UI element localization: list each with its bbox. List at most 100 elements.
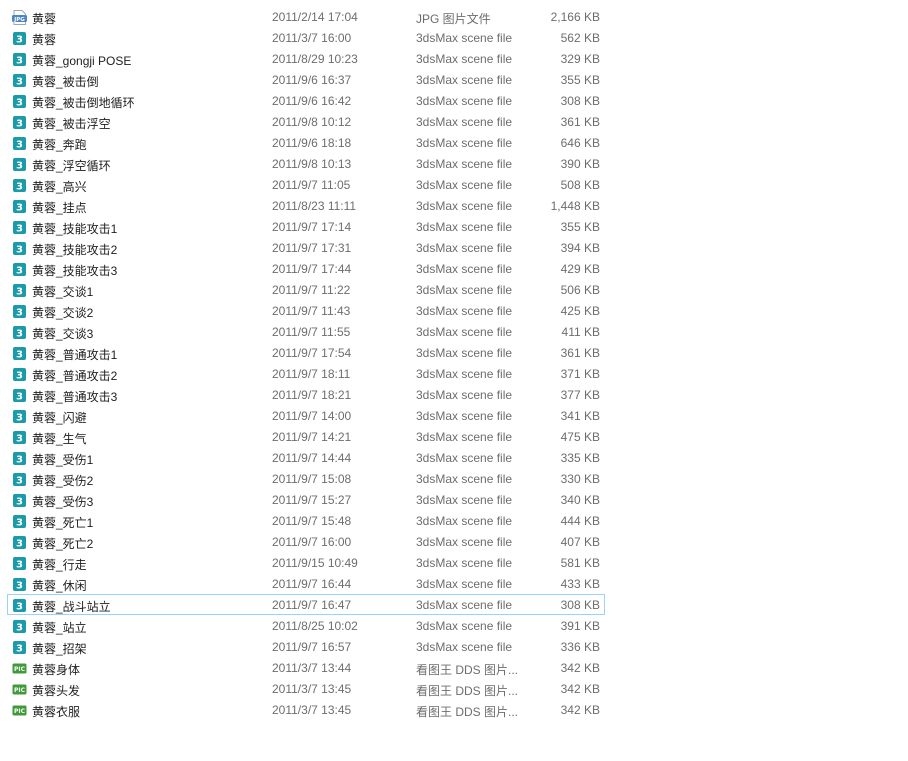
file-type: 3dsMax scene file [416,325,513,339]
file-row[interactable]: 3 黄蓉_普通攻击1 2011/9/7 17:54 3dsMax scene f… [7,342,605,363]
svg-text:3: 3 [16,644,23,655]
file-size: 355 KB [560,220,600,234]
file-type: 看图王 DDS 图片... [416,684,519,698]
file-row[interactable]: 3 黄蓉_交谈2 2011/9/7 11:43 3dsMax scene fil… [7,300,605,321]
file-row[interactable]: 3 黄蓉_闪避 2011/9/7 14:00 3dsMax scene file… [7,405,605,426]
file-row[interactable]: 3 黄蓉_受伤1 2011/9/7 14:44 3dsMax scene fil… [7,447,605,468]
svg-text:PIC: PIC [14,666,26,673]
file-row[interactable]: 3 黄蓉_行走 2011/9/15 10:49 3dsMax scene fil… [7,552,605,573]
file-row[interactable]: 3 黄蓉_生气 2011/9/7 14:21 3dsMax scene file… [7,426,605,447]
file-date-modified: 2011/9/7 15:27 [272,493,352,507]
file-type: 3dsMax scene file [416,31,513,45]
file-row[interactable]: 3 黄蓉_死亡1 2011/9/7 15:48 3dsMax scene fil… [7,510,605,531]
file-type: 3dsMax scene file [416,346,513,360]
file-date-modified: 2011/9/7 11:05 [272,178,351,192]
file-date-modified: 2011/9/15 10:49 [272,556,358,570]
3dsmax-file-icon: 3 [12,73,27,88]
3dsmax-file-icon: 3 [12,640,27,655]
svg-text:3: 3 [16,35,23,46]
file-date-modified: 2011/9/7 14:21 [272,430,352,444]
file-row[interactable]: 3 黄蓉_技能攻击1 2011/9/7 17:14 3dsMax scene f… [7,216,605,237]
file-row[interactable]: 3 黄蓉_浮空循环 2011/9/8 10:13 3dsMax scene fi… [7,153,605,174]
file-row[interactable]: 3 黄蓉_被击浮空 2011/9/8 10:12 3dsMax scene fi… [7,111,605,132]
file-name: 黄蓉_受伤2 [32,474,94,488]
file-row[interactable]: 3 黄蓉_站立 2011/8/25 10:02 3dsMax scene fil… [7,615,605,636]
3dsmax-file-icon: 3 [12,619,27,634]
file-row[interactable]: 3 黄蓉_战斗站立 2011/9/7 16:47 3dsMax scene fi… [7,594,605,615]
file-row[interactable]: 3 黄蓉_受伤2 2011/9/7 15:08 3dsMax scene fil… [7,468,605,489]
file-name: 黄蓉_站立 [32,621,87,635]
file-row[interactable]: 3 黄蓉_被击倒地循环 2011/9/6 16:42 3dsMax scene … [7,90,605,111]
file-type: 3dsMax scene file [416,640,513,654]
file-size: 429 KB [560,262,600,276]
file-row[interactable]: 3 黄蓉_被击倒 2011/9/6 16:37 3dsMax scene fil… [7,69,605,90]
3dsmax-file-icon: 3 [12,283,27,298]
svg-text:3: 3 [16,413,23,424]
3dsmax-file-icon: 3 [12,136,27,151]
svg-text:3: 3 [16,224,23,235]
file-size: 508 KB [560,178,600,192]
file-date-modified: 2011/9/7 17:54 [272,346,352,360]
jpg-file-icon: JPG [12,10,27,25]
3dsmax-file-icon: 3 [12,325,27,340]
file-row[interactable]: 3 黄蓉_挂点 2011/8/23 11:11 3dsMax scene fil… [7,195,605,216]
file-row[interactable]: 3 黄蓉_招架 2011/9/7 16:57 3dsMax scene file… [7,636,605,657]
file-row[interactable]: 3 黄蓉_受伤3 2011/9/7 15:27 3dsMax scene fil… [7,489,605,510]
file-row[interactable]: PIC 黄蓉头发 2011/3/7 13:45 看图王 DDS 图片... 34… [7,678,605,699]
3dsmax-file-icon: 3 [12,346,27,361]
svg-text:3: 3 [16,518,23,529]
file-type: 3dsMax scene file [416,94,513,108]
file-date-modified: 2011/9/7 11:43 [272,304,351,318]
file-type: 3dsMax scene file [416,577,513,591]
file-size: 329 KB [560,52,600,66]
file-type: 3dsMax scene file [416,241,513,255]
3dsmax-file-icon: 3 [12,115,27,130]
file-name: 黄蓉_普通攻击1 [32,348,118,362]
file-row[interactable]: 3 黄蓉_交谈1 2011/9/7 11:22 3dsMax scene fil… [7,279,605,300]
file-type: 3dsMax scene file [416,367,513,381]
file-row[interactable]: 3 黄蓉 2011/3/7 16:00 3dsMax scene file 56… [7,27,605,48]
file-name: 黄蓉_闪避 [32,411,87,425]
3dsmax-file-icon: 3 [12,31,27,46]
file-row[interactable]: PIC 黄蓉身体 2011/3/7 13:44 看图王 DDS 图片... 34… [7,657,605,678]
file-date-modified: 2011/9/7 16:47 [272,598,352,612]
3dsmax-file-icon: 3 [12,94,27,109]
svg-text:3: 3 [16,623,23,634]
file-row[interactable]: PIC 黄蓉衣服 2011/3/7 13:45 看图王 DDS 图片... 34… [7,699,605,720]
file-date-modified: 2011/9/7 18:11 [272,367,351,381]
svg-text:3: 3 [16,98,23,109]
svg-text:3: 3 [16,560,23,571]
3dsmax-file-icon: 3 [12,157,27,172]
dds-file-icon: PIC [12,703,27,718]
file-type: 3dsMax scene file [416,388,513,402]
file-row[interactable]: 3 黄蓉_gongji POSE 2011/8/29 10:23 3dsMax … [7,48,605,69]
svg-text:3: 3 [16,455,23,466]
svg-text:3: 3 [16,56,23,67]
file-name: 黄蓉_交谈2 [32,306,94,320]
file-row[interactable]: 3 黄蓉_高兴 2011/9/7 11:05 3dsMax scene file… [7,174,605,195]
file-row[interactable]: JPG 黄蓉 2011/2/14 17:04 JPG 图片文件 2,166 KB [7,6,605,27]
file-size: 433 KB [560,577,600,591]
file-size: 394 KB [560,241,600,255]
file-date-modified: 2011/9/7 14:44 [272,451,352,465]
file-row[interactable]: 3 黄蓉_奔跑 2011/9/6 18:18 3dsMax scene file… [7,132,605,153]
file-row[interactable]: 3 黄蓉_技能攻击2 2011/9/7 17:31 3dsMax scene f… [7,237,605,258]
file-row[interactable]: 3 黄蓉_死亡2 2011/9/7 16:00 3dsMax scene fil… [7,531,605,552]
file-row[interactable]: 3 黄蓉_交谈3 2011/9/7 11:55 3dsMax scene fil… [7,321,605,342]
file-date-modified: 2011/9/7 11:55 [272,325,351,339]
file-row[interactable]: 3 黄蓉_技能攻击3 2011/9/7 17:44 3dsMax scene f… [7,258,605,279]
file-row[interactable]: 3 黄蓉_休闲 2011/9/7 16:44 3dsMax scene file… [7,573,605,594]
file-row[interactable]: 3 黄蓉_普通攻击3 2011/9/7 18:21 3dsMax scene f… [7,384,605,405]
file-date-modified: 2011/9/6 18:18 [272,136,352,150]
file-date-modified: 2011/9/7 17:44 [272,262,352,276]
file-name: 黄蓉_休闲 [32,579,87,593]
file-row[interactable]: 3 黄蓉_普通攻击2 2011/9/7 18:11 3dsMax scene f… [7,363,605,384]
file-name: 黄蓉_普通攻击3 [32,390,118,404]
file-date-modified: 2011/9/7 17:31 [272,241,352,255]
file-type: 看图王 DDS 图片... [416,663,519,677]
svg-text:PIC: PIC [14,708,26,715]
file-size: 342 KB [560,703,600,717]
file-size: 391 KB [560,619,600,633]
file-size: 390 KB [560,157,600,171]
file-name: 黄蓉_gongji POSE [32,54,132,68]
